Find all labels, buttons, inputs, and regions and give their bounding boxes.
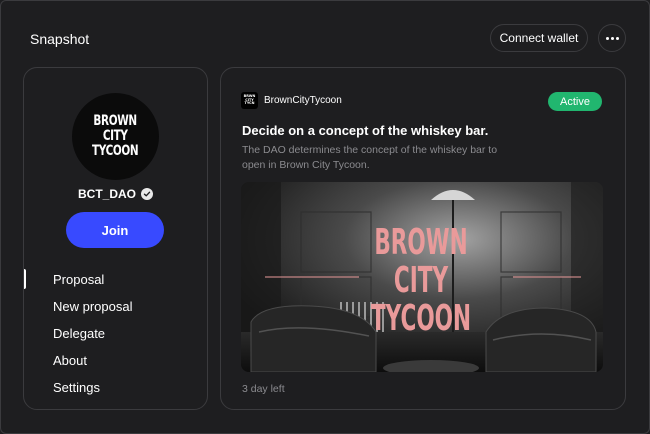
author-avatar: BRWN CITY TYCN: [241, 92, 258, 109]
space-sidebar: BROWN CITY TYCOON BCT_DAO Join Proposal …: [23, 67, 208, 410]
author-name: BrownCityTycoon: [264, 95, 342, 106]
join-button[interactable]: Join: [66, 212, 164, 248]
space-logo[interactable]: BROWN CITY TYCOON: [72, 93, 159, 180]
ellipsis-icon: [605, 36, 619, 40]
nav-item-new-proposal[interactable]: New proposal: [24, 293, 207, 320]
cover-title-line-2: CITY: [394, 258, 449, 300]
logo-line-3: TYCOON: [92, 143, 139, 159]
space-nav: Proposal New proposal Delegate About Set…: [24, 266, 207, 401]
nav-item-settings[interactable]: Settings: [24, 374, 207, 401]
proposal-author[interactable]: BRWN CITY TYCN BrownCityTycoon: [241, 92, 342, 109]
cover-title-line-3: TYCOON: [371, 296, 471, 338]
nav-item-about[interactable]: About: [24, 347, 207, 374]
proposal-cover-image: BROWN CITY TYCOON: [241, 182, 603, 372]
nav-item-delegate[interactable]: Delegate: [24, 320, 207, 347]
logo-line-1: BROWN: [93, 113, 138, 129]
connect-wallet-button[interactable]: Connect wallet: [490, 24, 588, 52]
more-options-button[interactable]: [598, 24, 626, 52]
app-title[interactable]: Snapshot: [30, 31, 89, 47]
proposal-description: The DAO determines the concept of the wh…: [242, 144, 498, 171]
verified-badge-icon: [141, 188, 153, 200]
status-badge: Active: [548, 92, 602, 111]
space-name-row: BCT_DAO: [24, 187, 207, 201]
logo-line-2: CITY: [103, 128, 128, 144]
space-name: BCT_DAO: [77, 187, 136, 201]
nav-item-label: Proposal: [53, 272, 105, 287]
nav-item-label: About: [53, 353, 87, 368]
proposal-card[interactable]: BRWN CITY TYCN BrownCityTycoon Active Deci…: [220, 67, 626, 410]
cover-title-line-1: BROWN: [374, 220, 467, 262]
proposal-title[interactable]: Decide on a concept of the whiskey bar.: [242, 123, 488, 138]
nav-item-label: Delegate: [53, 326, 106, 341]
nav-item-proposal[interactable]: Proposal: [24, 266, 207, 293]
nav-item-label: Settings: [53, 380, 100, 395]
nav-item-label: New proposal: [53, 299, 133, 314]
time-left: 3 day left: [242, 383, 285, 395]
